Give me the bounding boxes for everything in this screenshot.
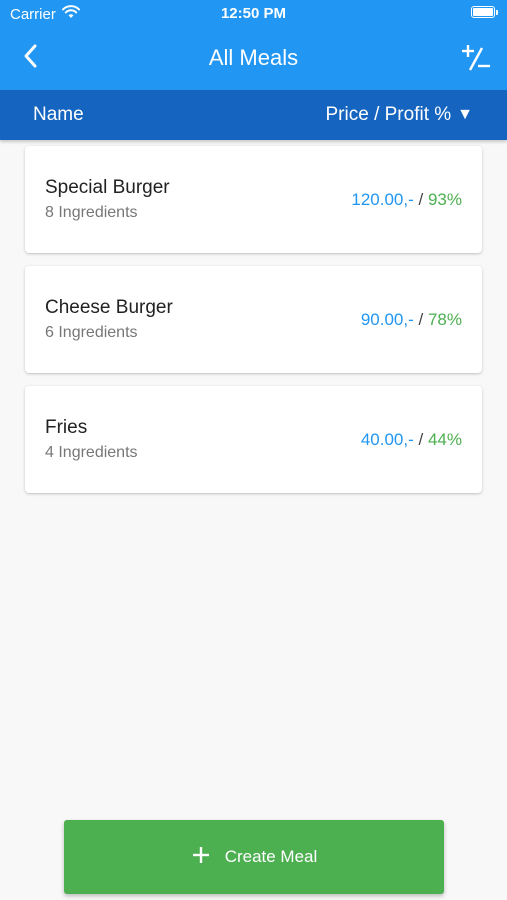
plus-minus-button[interactable] xyxy=(459,42,493,76)
meal-separator: / xyxy=(418,429,424,449)
battery-level xyxy=(473,8,493,16)
plus-icon xyxy=(191,845,211,870)
screen: Carrier 12:50 PM All Meals Name Price / … xyxy=(0,0,507,900)
name-column-header: Name xyxy=(33,104,84,125)
meal-separator: / xyxy=(418,189,424,209)
meal-info: Special Burger 8 Ingredients xyxy=(45,177,170,222)
meal-price: 120.00,- xyxy=(351,189,414,209)
meal-profit: 78% xyxy=(427,309,462,329)
meal-card[interactable]: Special Burger 8 Ingredients 120.00,- / … xyxy=(25,146,482,253)
page-title: All Meals xyxy=(208,45,299,70)
sort-down-icon: ▼ xyxy=(457,106,473,123)
meal-price: 40.00,- xyxy=(360,429,414,449)
status-bar: Carrier 12:50 PM xyxy=(0,0,507,28)
meal-card[interactable]: Cheese Burger 6 Ingredients 90.00,- / 78… xyxy=(25,266,482,373)
meal-name: Special Burger xyxy=(45,177,170,198)
meal-ingredients: 6 Ingredients xyxy=(45,324,138,341)
meal-ingredients: 8 Ingredients xyxy=(45,204,138,221)
battery-icon xyxy=(471,6,498,18)
meal-list: Special Burger 8 Ingredients 120.00,- / … xyxy=(0,140,507,493)
meal-price-profit: 90.00,- / 78% xyxy=(361,310,462,330)
sort-toggle[interactable]: Price / Profit % ▼ xyxy=(326,104,474,126)
meal-profit: 44% xyxy=(427,429,462,449)
status-time: 12:50 PM xyxy=(220,5,287,22)
meal-ingredients: 4 Ingredients xyxy=(45,444,138,461)
list-header: Name Price / Profit % ▼ xyxy=(0,90,507,140)
meal-name: Cheese Burger xyxy=(45,297,173,318)
app-bar: All Meals xyxy=(0,28,507,90)
meal-info: Cheese Burger 6 Ingredients xyxy=(45,297,173,342)
meal-price: 90.00,- xyxy=(360,309,414,329)
sort-column-header: Price / Profit % xyxy=(325,104,452,125)
meal-separator: / xyxy=(418,309,424,329)
meal-name: Fries xyxy=(45,417,88,438)
create-meal-label: Create Meal xyxy=(224,847,318,866)
meal-profit: 93% xyxy=(427,189,462,209)
meal-price-profit: 40.00,- / 44% xyxy=(361,430,462,450)
meal-price-profit: 120.00,- / 93% xyxy=(351,190,462,210)
create-meal-button[interactable]: Create Meal xyxy=(64,820,444,894)
meal-info: Fries 4 Ingredients xyxy=(45,417,138,462)
meal-card[interactable]: Fries 4 Ingredients 40.00,- / 44% xyxy=(25,386,482,493)
plus-minus-icon xyxy=(459,45,493,80)
top-bar: Carrier 12:50 PM All Meals xyxy=(0,0,507,90)
